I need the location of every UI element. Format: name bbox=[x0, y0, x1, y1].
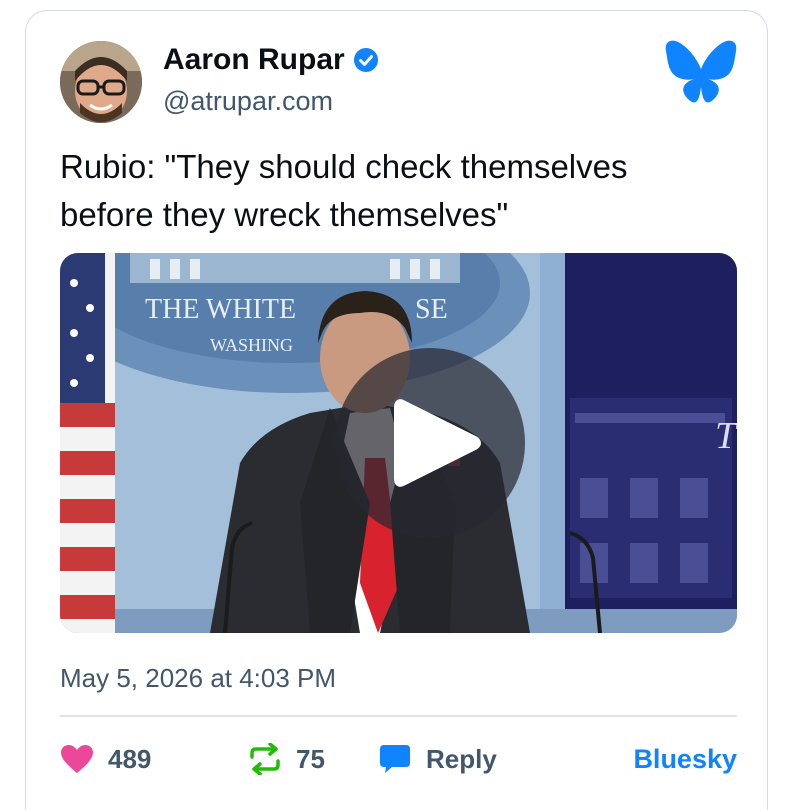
post-text: Rubio: "They should check themselves bef… bbox=[60, 148, 628, 233]
avatar-photo bbox=[60, 41, 142, 123]
video-bg-text-washing: WASHING bbox=[210, 335, 293, 355]
post-card[interactable]: Aaron Rupar @atrupar.com Rubio: "They sh… bbox=[25, 10, 768, 810]
video-player[interactable]: T THE WHITE SE WASHING bbox=[60, 253, 737, 633]
repost-button[interactable]: 75 bbox=[248, 739, 325, 779]
heart-icon bbox=[61, 745, 93, 773]
repost-count: 75 bbox=[296, 743, 325, 774]
video-bg-text-t: T bbox=[715, 415, 737, 457]
bluesky-link[interactable]: Bluesky bbox=[633, 739, 737, 779]
author-name-row[interactable]: Aaron Rupar bbox=[163, 41, 379, 79]
author-display-name[interactable]: Aaron Rupar bbox=[163, 41, 345, 79]
action-bar: 489 75 Reply Bluesky bbox=[60, 739, 737, 779]
reply-bubble-icon bbox=[380, 745, 410, 773]
like-button[interactable]: 489 bbox=[60, 739, 151, 779]
author-handle[interactable]: @atrupar.com bbox=[163, 83, 333, 119]
verified-badge-icon bbox=[353, 48, 378, 72]
bluesky-butterfly-icon[interactable] bbox=[664, 39, 738, 105]
video-bg-text-se: SE bbox=[415, 294, 448, 325]
divider bbox=[60, 715, 737, 717]
video-bg-text-white: THE WHITE bbox=[145, 294, 296, 325]
post-timestamp[interactable]: May 5, 2026 at 4:03 PM bbox=[60, 661, 336, 695]
play-button[interactable] bbox=[335, 348, 525, 538]
play-icon bbox=[394, 399, 481, 487]
like-count: 489 bbox=[108, 743, 152, 774]
avatar[interactable] bbox=[60, 41, 142, 123]
repost-icon bbox=[250, 743, 280, 775]
reply-label: Reply bbox=[426, 743, 497, 774]
reply-button[interactable]: Reply bbox=[378, 739, 497, 779]
